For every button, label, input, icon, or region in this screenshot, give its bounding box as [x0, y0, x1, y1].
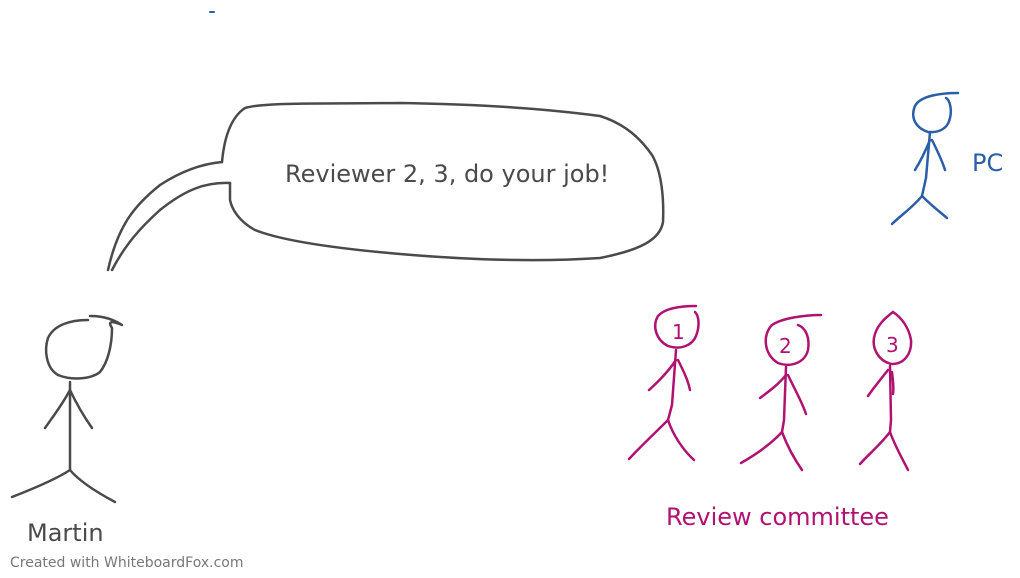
martin-legs: [10, 468, 117, 504]
martin-arms: [43, 388, 94, 430]
martin-figure: [10, 314, 124, 504]
pc-label: PC: [972, 149, 1004, 177]
reviewer-2-head: [764, 313, 823, 367]
pc-figure: [890, 91, 960, 226]
speech-text: Reviewer 2, 3, do your job!: [285, 160, 610, 188]
reviewer-2-number: 2: [779, 334, 792, 358]
reviewer-2-arms: [758, 373, 808, 416]
reviewer-3-number: 3: [886, 333, 899, 357]
reviewer-3-body: [888, 364, 893, 434]
martin-label: Martin: [27, 519, 104, 547]
reviewer-1-number: 1: [672, 320, 685, 344]
review-committee-label: Review committee: [666, 503, 889, 531]
martin-head: [44, 314, 124, 380]
pc-head: [911, 91, 960, 134]
watermark-footer: Created with WhiteboardFox.com: [10, 555, 244, 571]
reviewer-1-arms: [647, 358, 692, 392]
pc-legs: [890, 194, 949, 226]
reviewer-3-legs: [858, 430, 910, 472]
whiteboard-canvas: 1 2 3: [10, 11, 960, 504]
reviewer-1-legs: [627, 418, 696, 462]
reviewer-2-legs: [739, 430, 804, 472]
reviewer-1-figure: [627, 304, 700, 462]
